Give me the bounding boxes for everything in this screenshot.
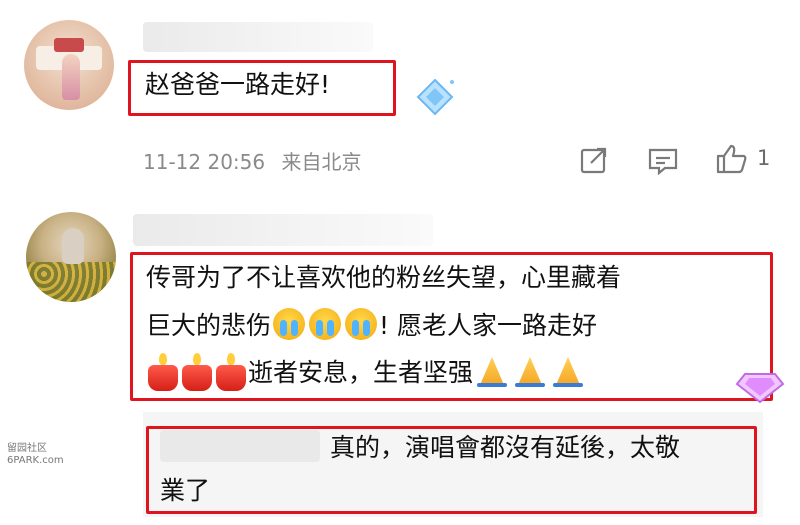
pray-emoji [551, 355, 585, 387]
candle-emoji [182, 353, 212, 391]
comment-line-2-text: 巨大的悲伤 [146, 311, 272, 340]
avatar-person [62, 54, 80, 100]
reply-line-1: 真的，演唱會都沒有延後，太敬 [330, 433, 681, 462]
pray-emoji [513, 355, 547, 387]
comment-line-3: 逝者安息，生者坚强 [146, 353, 587, 391]
pray-emoji [475, 355, 509, 387]
watermark: 留园社区 6PARK.com [7, 443, 64, 467]
diamond-badge-icon [416, 78, 454, 116]
comment-text: 赵爸爸一路走好! [145, 70, 331, 99]
reply-line-2: 業了 [160, 476, 211, 505]
comment-date: 11-12 20:56 [143, 150, 266, 174]
comment-line-1: 传哥为了不让喜欢他的粉丝失望，心里藏着 [146, 263, 622, 292]
crying-emoji [309, 308, 342, 340]
crying-emoji [345, 308, 378, 340]
diamond-badge-icon [735, 373, 785, 404]
watermark-line-1: 留园社区 [7, 443, 47, 454]
avatar[interactable] [24, 20, 114, 110]
username-blurred[interactable] [133, 214, 433, 246]
comment-location: 来自北京 [281, 150, 362, 174]
comment-meta: 11-12 20:56 来自北京 [143, 146, 371, 175]
comment-line-2-text-after: ! 愿老人家一路走好 [379, 311, 597, 340]
share-icon[interactable] [579, 145, 609, 175]
comment-line-3-text: 逝者安息，生者坚强 [248, 358, 474, 387]
crying-emoji [273, 308, 306, 340]
candle-emoji [148, 353, 178, 391]
watermark-line-2: 6PARK.com [7, 455, 64, 466]
avatar-figure [62, 228, 84, 264]
avatar[interactable] [26, 212, 116, 302]
like-icon[interactable] [715, 143, 749, 175]
comment-line-2: 巨大的悲伤 ! 愿老人家一路走好 [146, 308, 597, 343]
username-blurred[interactable] [143, 22, 373, 52]
comment-icon[interactable] [647, 146, 679, 176]
candle-emoji [216, 353, 246, 391]
like-count: 1 [757, 146, 771, 170]
avatar-flowers [26, 262, 116, 302]
